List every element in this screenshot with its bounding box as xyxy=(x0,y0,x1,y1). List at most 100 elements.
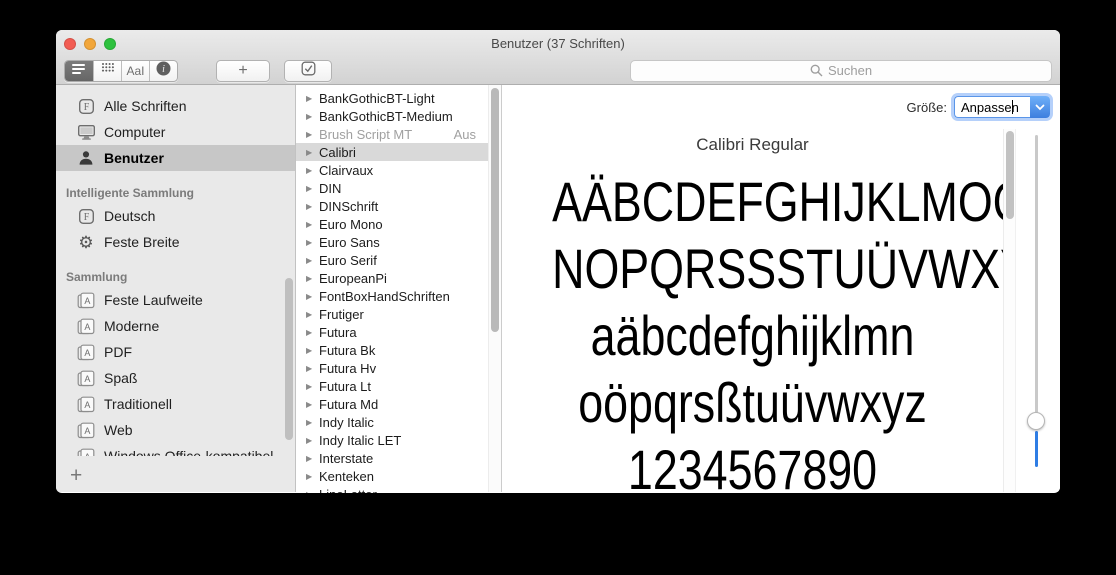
titlebar[interactable]: Benutzer (37 Schriften) xyxy=(56,30,1060,56)
disclosure-triangle-icon[interactable]: ▶ xyxy=(306,382,319,391)
window-content: FAlle SchriftenComputerBenutzer Intellige… xyxy=(56,85,1060,492)
collection-icon: A xyxy=(76,292,96,309)
font-list-item-din[interactable]: ▶DIN xyxy=(296,179,488,197)
disclosure-triangle-icon[interactable]: ▶ xyxy=(306,94,319,103)
checkbox-icon xyxy=(301,61,316,81)
sidebar-item-label: Deutsch xyxy=(104,208,155,224)
disclosure-triangle-icon[interactable]: ▶ xyxy=(306,418,319,427)
font-list-item-euro-mono[interactable]: ▶Euro Mono xyxy=(296,215,488,233)
disclosure-triangle-icon[interactable]: ▶ xyxy=(306,238,319,247)
sidebar-item-pdf[interactable]: APDF xyxy=(56,339,295,365)
font-name: Brush Script MT xyxy=(319,127,412,142)
sidebar-item-traditionell[interactable]: ATraditionell xyxy=(56,391,295,417)
size-combobox[interactable]: Anpassen xyxy=(954,96,1050,118)
preview-scrollbar-thumb[interactable] xyxy=(1006,131,1014,219)
font-name: Clairvaux xyxy=(319,163,373,178)
sidebar-scrollbar-thumb[interactable] xyxy=(285,278,293,440)
size-slider-track[interactable] xyxy=(1035,135,1038,413)
disclosure-triangle-icon[interactable]: ▶ xyxy=(306,184,319,193)
disclosure-triangle-icon[interactable]: ▶ xyxy=(306,292,319,301)
disclosure-triangle-icon[interactable]: ▶ xyxy=(306,436,319,445)
disclosure-triangle-icon[interactable]: ▶ xyxy=(306,364,319,373)
sidebar-item-alle-schriften[interactable]: FAlle Schriften xyxy=(56,93,295,119)
font-list-item-indy-italic-let[interactable]: ▶Indy Italic LET xyxy=(296,431,488,449)
sidebar-section-header-intelligente-sammlung: Intelligente Sammlung xyxy=(56,183,295,203)
font-sample-line: oöpqrsßtuüvwxyz xyxy=(552,369,953,436)
disclosure-triangle-icon[interactable]: ▶ xyxy=(306,328,319,337)
font-list-item-futura-md[interactable]: ▶Futura Md xyxy=(296,395,488,413)
disclosure-triangle-icon[interactable]: ▶ xyxy=(306,490,319,494)
svg-text:A: A xyxy=(84,322,90,332)
disclosure-triangle-icon[interactable]: ▶ xyxy=(306,310,319,319)
disclosure-triangle-icon[interactable]: ▶ xyxy=(306,472,319,481)
disclosure-triangle-icon[interactable]: ▶ xyxy=(306,148,319,157)
font-name: Futura Hv xyxy=(319,361,376,376)
sidebar-item-moderne[interactable]: AModerne xyxy=(56,313,295,339)
sidebar-item-spaß[interactable]: ASpaß xyxy=(56,365,295,391)
font-list-item-linoletter[interactable]: ▶LinoLetter xyxy=(296,485,488,493)
font-sample-lines: AÄBCDEFGHIJKLMOÖNOPQRSSSTUÜVWXYZaäbcdefg… xyxy=(552,168,953,492)
font-name: Futura Bk xyxy=(319,343,375,358)
font-list-item-futura-bk[interactable]: ▶Futura Bk xyxy=(296,341,488,359)
font-list-item-calibri[interactable]: ▶Calibri xyxy=(296,143,488,161)
disclosure-triangle-icon[interactable]: ▶ xyxy=(306,256,319,265)
sidebar-item-web[interactable]: AWeb xyxy=(56,417,295,443)
font-list-item-frutiger[interactable]: ▶Frutiger xyxy=(296,305,488,323)
font-list-scrollbar[interactable] xyxy=(488,85,501,492)
font-list-item-euro-serif[interactable]: ▶Euro Serif xyxy=(296,251,488,269)
disclosure-triangle-icon[interactable]: ▶ xyxy=(306,454,319,463)
disclosure-triangle-icon[interactable]: ▶ xyxy=(306,130,319,139)
disclosure-triangle-icon[interactable]: ▶ xyxy=(306,400,319,409)
disclosure-triangle-icon[interactable]: ▶ xyxy=(306,274,319,283)
font-list-item-dinschrift[interactable]: ▶DINSchrift xyxy=(296,197,488,215)
font-list-item-europeanpi[interactable]: ▶EuropeanPi xyxy=(296,269,488,287)
enable-disable-font-button[interactable] xyxy=(284,60,332,82)
font-list-item-fontboxhandschriften[interactable]: ▶FontBoxHandSchriften xyxy=(296,287,488,305)
font-list-item-futura-lt[interactable]: ▶Futura Lt xyxy=(296,377,488,395)
font-list-item-clairvaux[interactable]: ▶Clairvaux xyxy=(296,161,488,179)
disclosure-triangle-icon[interactable]: ▶ xyxy=(306,112,319,121)
sidebar-item-feste-laufweite[interactable]: AFeste Laufweite xyxy=(56,287,295,313)
disclosure-triangle-icon[interactable]: ▶ xyxy=(306,220,319,229)
sidebar-item-windows-office-kompatibel[interactable]: AWindows Office-kompatibel xyxy=(56,443,295,456)
font-list-item-kenteken[interactable]: ▶Kenteken xyxy=(296,467,488,485)
window-chrome: Benutzer (37 Schriften) xyxy=(56,30,1060,85)
disclosure-triangle-icon[interactable]: ▶ xyxy=(306,202,319,211)
sidebar-item-label: Web xyxy=(104,422,133,438)
font-list-item-futura[interactable]: ▶Futura xyxy=(296,323,488,341)
sidebar-item-deutsch[interactable]: FDeutsch xyxy=(56,203,295,229)
disclosure-triangle-icon[interactable]: ▶ xyxy=(306,346,319,355)
font-list-item-interstate[interactable]: ▶Interstate xyxy=(296,449,488,467)
sample-view-segment[interactable]: AaI xyxy=(121,61,149,81)
font-name: Calibri xyxy=(319,145,356,160)
search-input[interactable]: Suchen xyxy=(630,60,1052,82)
preview-scrollbar[interactable] xyxy=(1003,129,1016,492)
sidebar-item-computer[interactable]: Computer xyxy=(56,119,295,145)
info-segment[interactable]: i xyxy=(149,61,177,81)
sidebar-section-header-sammlung: Sammlung xyxy=(56,267,295,287)
size-combobox-field[interactable]: Anpassen xyxy=(954,96,1030,118)
font-list-item-brush-script-mt[interactable]: ▶Brush Script MTAus xyxy=(296,125,488,143)
sidebar-item-feste-breite[interactable]: ⚙Feste Breite xyxy=(56,229,295,255)
add-collection-button[interactable]: + xyxy=(70,465,82,486)
font-list-item-futura-hv[interactable]: ▶Futura Hv xyxy=(296,359,488,377)
disclosure-triangle-icon[interactable]: ▶ xyxy=(306,166,319,175)
font-sample-area: Calibri Regular AÄBCDEFGHIJKLMOÖNOPQRSSS… xyxy=(502,129,1003,492)
font-sample-line: 1234567890 xyxy=(552,436,953,492)
size-combobox-dropdown-button[interactable] xyxy=(1030,96,1050,118)
font-name: Euro Mono xyxy=(319,217,383,232)
font-list-item-euro-sans[interactable]: ▶Euro Sans xyxy=(296,233,488,251)
size-slider-thumb[interactable] xyxy=(1027,412,1045,430)
sidebar-item-label: Traditionell xyxy=(104,396,172,412)
font-list-item-indy-italic[interactable]: ▶Indy Italic xyxy=(296,413,488,431)
list-view-icon xyxy=(72,62,86,80)
font-name: Indy Italic xyxy=(319,415,374,430)
font-list: ▶BankGothicBT-Light▶BankGothicBT-Medium▶… xyxy=(296,89,488,493)
list-view-segment[interactable] xyxy=(65,61,93,81)
sidebar-item-benutzer[interactable]: Benutzer xyxy=(56,145,295,171)
grid-view-segment[interactable] xyxy=(93,61,121,81)
add-collection-toolbar-button[interactable]: + xyxy=(216,60,270,82)
font-list-item-bankgothicbt-medium[interactable]: ▶BankGothicBT-Medium xyxy=(296,107,488,125)
font-list-item-bankgothicbt-light[interactable]: ▶BankGothicBT-Light xyxy=(296,89,488,107)
font-list-scrollbar-thumb[interactable] xyxy=(491,88,499,332)
